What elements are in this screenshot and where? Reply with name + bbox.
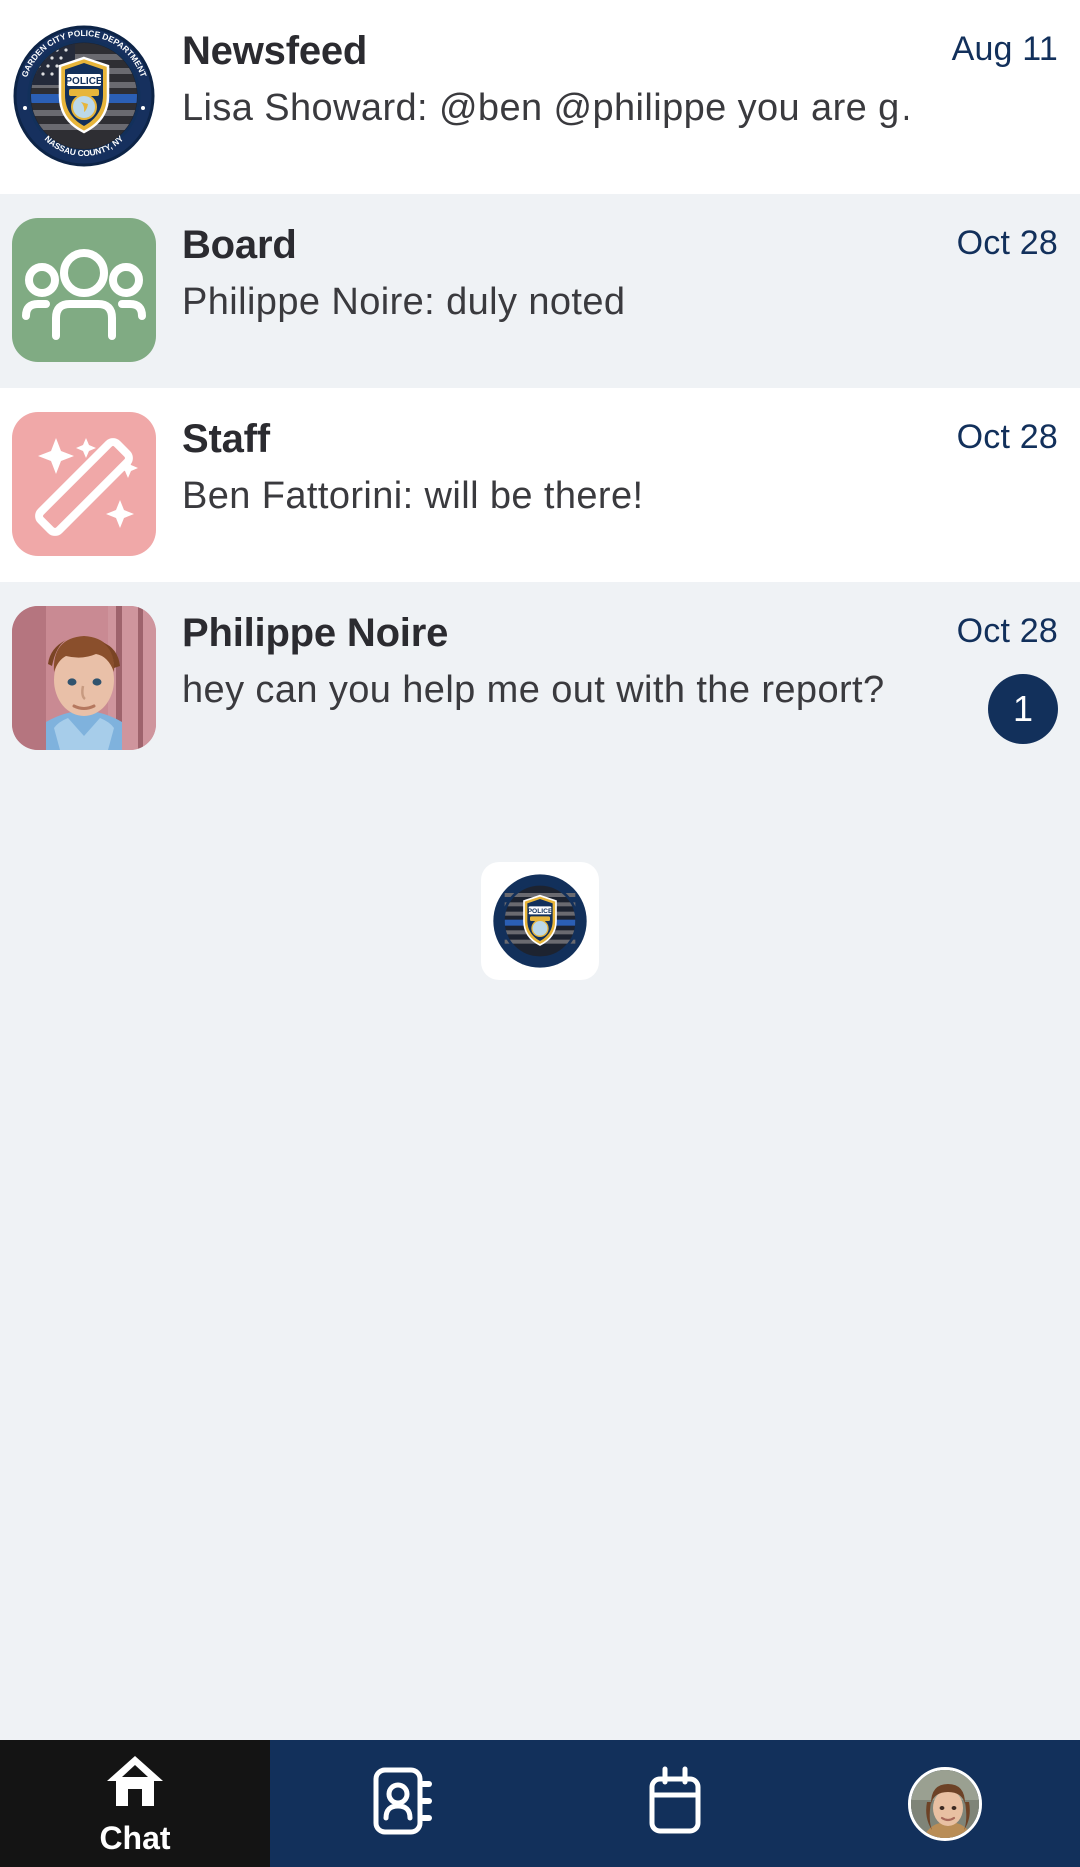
nav-tab-contacts[interactable] <box>270 1740 540 1867</box>
chat-item-title: Newsfeed <box>182 29 368 73</box>
unread-count-badge: 1 <box>988 674 1058 744</box>
chat-item-preview: Lisa Showard: @ben @philippe you are g… <box>182 87 908 129</box>
chat-list-item-newsfeed[interactable]: POLICE GARDEN CITY POLICE DEPARTMENT NAS… <box>0 0 1080 194</box>
chat-item-title: Board <box>182 223 297 267</box>
org-badge-logo-icon: POLICE GARDEN CITY POLICE DEPARTMENT NAS… <box>12 24 156 168</box>
chat-item-preview: hey can you help me out with the report? <box>182 669 885 711</box>
chat-item-meta: Aug 11 <box>908 24 1058 66</box>
chat-item-preview: Ben Fattorini: will be there! <box>182 475 644 517</box>
org-logo-area: POLICE <box>0 776 1080 1740</box>
chat-list: POLICE GARDEN CITY POLICE DEPARTMENT NAS… <box>0 0 1080 1740</box>
address-book-icon <box>372 1765 438 1842</box>
chat-item-meta: Oct 28 <box>908 412 1058 454</box>
profile-avatar <box>908 1766 982 1841</box>
chat-item-date: Aug 11 <box>951 30 1058 68</box>
chat-list-item-staff[interactable]: Staff Ben Fattorini: will be there! Oct … <box>0 388 1080 582</box>
home-icon <box>104 1753 166 1814</box>
avatar <box>12 606 156 750</box>
nav-tab-calendar[interactable] <box>540 1740 810 1867</box>
org-logo-card: POLICE <box>481 862 599 980</box>
nav-tab-chat[interactable]: Chat <box>0 1740 270 1867</box>
chat-item-date: Oct 28 <box>956 418 1058 456</box>
calendar-icon <box>642 1765 708 1842</box>
chat-item-meta: Oct 28 <box>908 218 1058 260</box>
avatar: POLICE GARDEN CITY POLICE DEPARTMENT NAS… <box>12 24 156 168</box>
chat-item-text: Newsfeed Lisa Showard: @ben @philippe yo… <box>182 24 908 132</box>
user-photo-avatar <box>12 606 156 750</box>
chat-list-screen: POLICE GARDEN CITY POLICE DEPARTMENT NAS… <box>0 0 1080 1867</box>
chat-item-title: Staff <box>182 417 270 461</box>
chat-list-item-board[interactable]: Board Philippe Noire: duly noted Oct 28 <box>0 194 1080 388</box>
avatar <box>12 218 156 362</box>
chat-item-title: Philippe Noire <box>182 611 449 655</box>
org-badge-logo-icon: POLICE <box>493 874 587 968</box>
chat-item-preview: Philippe Noire: duly noted <box>182 281 626 323</box>
magic-wand-icon <box>12 412 156 556</box>
chat-item-text: Staff Ben Fattorini: will be there! <box>182 412 908 520</box>
chat-list-item-philippe-noire[interactable]: Philippe Noire hey can you help me out w… <box>0 582 1080 776</box>
chat-item-meta: Oct 28 1 <box>908 606 1058 744</box>
svg-text:POLICE: POLICE <box>65 76 103 87</box>
chat-item-date: Oct 28 <box>956 612 1058 650</box>
avatar <box>12 412 156 556</box>
chat-item-text: Board Philippe Noire: duly noted <box>182 218 908 326</box>
nav-tab-profile[interactable] <box>810 1740 1080 1867</box>
nav-tab-chat-label: Chat <box>99 1820 171 1856</box>
svg-text:POLICE: POLICE <box>528 908 553 915</box>
bottom-navigation-bar: Chat <box>0 1740 1080 1867</box>
chat-item-date: Oct 28 <box>956 224 1058 262</box>
chat-item-text: Philippe Noire hey can you help me out w… <box>182 606 908 714</box>
group-people-icon <box>12 218 156 362</box>
